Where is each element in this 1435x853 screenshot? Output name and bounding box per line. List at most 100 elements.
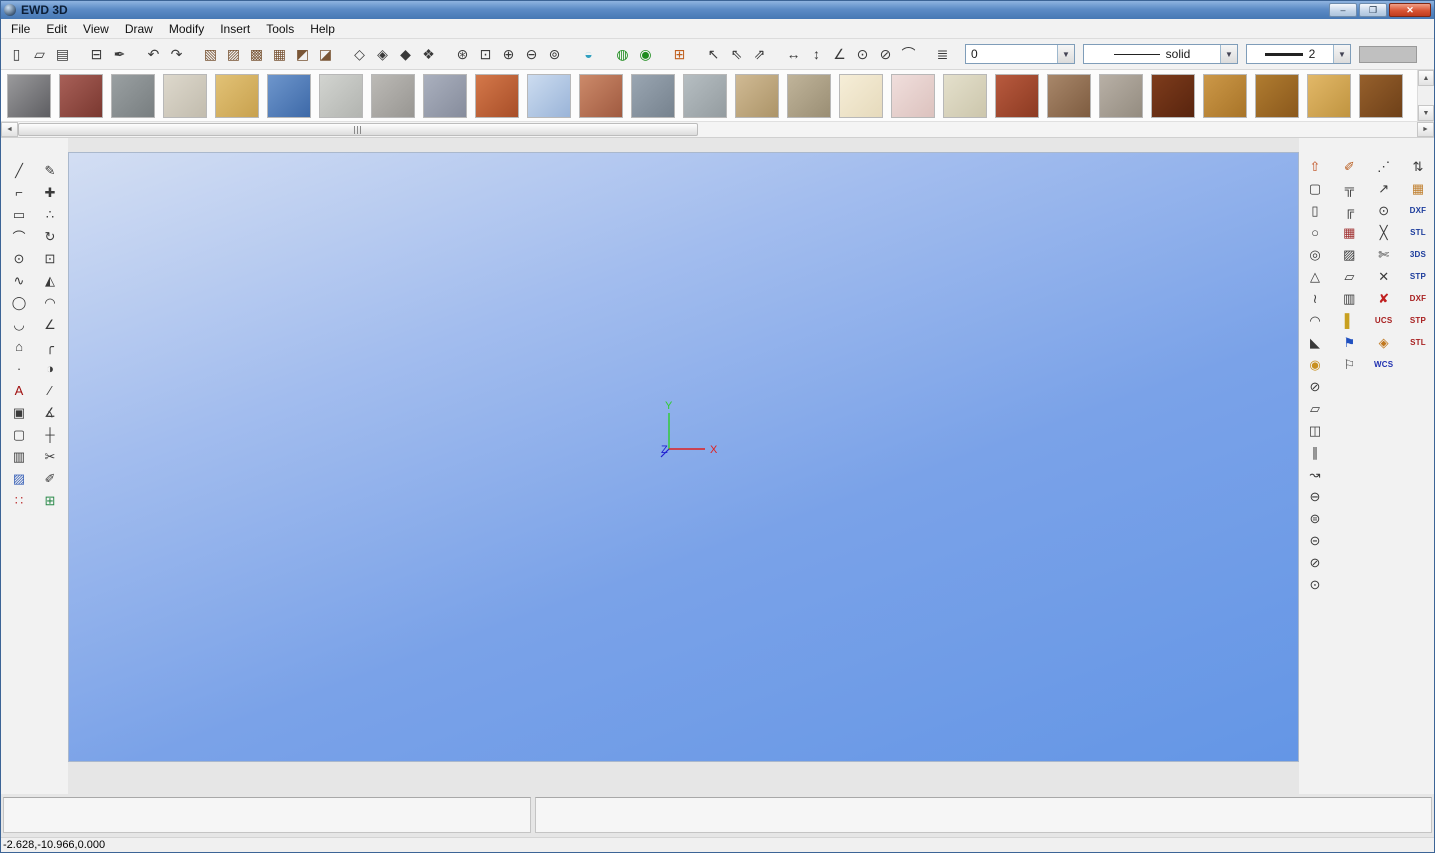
texture-swatch-oak-wood[interactable] <box>1203 74 1247 118</box>
texture-swatch-blue-tile[interactable] <box>267 74 311 118</box>
menu-draw[interactable]: Draw <box>117 20 161 38</box>
draw-polygon-icon[interactable]: ⌂ <box>8 336 30 357</box>
solid-dome-icon[interactable]: ◠ <box>1304 310 1326 331</box>
trim-icon[interactable]: ✂ <box>39 446 61 467</box>
texture-swatch-mixed-brick[interactable] <box>1047 74 1091 118</box>
snap-midpoint-icon[interactable]: ⇗ <box>748 43 771 66</box>
texture-swatch-blue-gray-stone[interactable] <box>631 74 675 118</box>
solid-cone-icon[interactable]: △ <box>1304 266 1326 287</box>
texture-swatch-beige-stone[interactable] <box>163 74 207 118</box>
texture-vertical-scrollbar[interactable]: ▲ ▼ <box>1417 70 1434 121</box>
measure-icon[interactable]: ∕ <box>39 380 61 401</box>
array-icon[interactable]: ⊞ <box>39 490 61 511</box>
texture-swatch-woven-tan[interactable] <box>735 74 779 118</box>
minimize-button[interactable]: – <box>1329 3 1357 17</box>
import-3ds-button[interactable]: 3DS <box>1407 244 1429 265</box>
box-view-4-icon[interactable]: ▦ <box>268 43 291 66</box>
polyline-3d-icon[interactable]: ⋰ <box>1373 156 1395 177</box>
ellipse-3d-1-icon[interactable]: ⊖ <box>1304 486 1326 507</box>
menu-tools[interactable]: Tools <box>258 20 302 38</box>
draw-arc-chord-icon[interactable]: ◡ <box>8 314 30 335</box>
texture-swatch-pink-marble[interactable] <box>891 74 935 118</box>
scroll-up-button[interactable]: ▲ <box>1418 70 1434 86</box>
center-snap-icon[interactable]: ⊙ <box>1373 200 1395 221</box>
ellipse-3d-5-icon[interactable]: ⊙ <box>1304 574 1326 595</box>
zoom-out-icon[interactable]: ⊖ <box>520 43 543 66</box>
box-view-6-icon[interactable]: ◪ <box>314 43 337 66</box>
export-stp-button[interactable]: STP <box>1407 310 1429 331</box>
mirror-icon[interactable]: ◭ <box>39 270 61 291</box>
scrollbar-thumb[interactable] <box>18 123 698 136</box>
texture-swatch-dark-stone[interactable] <box>7 74 51 118</box>
zoom-realtime-icon[interactable]: ⊛ <box>451 43 474 66</box>
sweep-solid-icon[interactable]: ↝ <box>1304 464 1326 485</box>
zoom-in-icon[interactable]: ⊕ <box>497 43 520 66</box>
gem-view-2-icon[interactable]: ◈ <box>371 43 394 66</box>
sheet-paper-icon[interactable]: ▱ <box>1338 266 1360 287</box>
draw-circle-icon[interactable]: ⊙ <box>8 248 30 269</box>
export-dxf-button[interactable]: DXF <box>1407 288 1429 309</box>
shell-solid-icon[interactable]: ◫ <box>1304 420 1326 441</box>
draw-rectangle-icon[interactable]: ▭ <box>8 204 30 225</box>
orbit-3d-icon[interactable]: ◒ <box>577 43 600 66</box>
texture-swatch-teak-wood[interactable] <box>1359 74 1403 118</box>
draw-line-icon[interactable]: ╱ <box>8 160 30 181</box>
texture-swatch-blue-marble[interactable] <box>527 74 571 118</box>
rotate-icon[interactable]: ↻ <box>39 226 61 247</box>
solid-helix-icon[interactable]: ≀ <box>1304 288 1326 309</box>
zoom-extents-icon[interactable]: ⊚ <box>543 43 566 66</box>
scrollbar-track[interactable] <box>18 122 1417 137</box>
texture-swatch-cream-marble[interactable] <box>839 74 883 118</box>
snap-endpoint-icon[interactable]: ⇖ <box>725 43 748 66</box>
chamfer-icon[interactable]: ∠ <box>39 314 61 335</box>
scroll-down-button[interactable]: ▼ <box>1418 105 1434 121</box>
material-brush-icon[interactable]: ✐ <box>1338 156 1360 177</box>
texture-swatch-gold-stone[interactable] <box>215 74 259 118</box>
solid-torus-icon[interactable]: ◎ <box>1304 244 1326 265</box>
hatch-fill-icon[interactable]: ▨ <box>8 468 30 489</box>
texture-swatch-granite[interactable] <box>111 74 155 118</box>
menu-file[interactable]: File <box>3 20 38 38</box>
gem-tool-icon[interactable]: ◈ <box>1373 332 1395 353</box>
menu-view[interactable]: View <box>75 20 117 38</box>
ellipse-3d-4-icon[interactable]: ⊘ <box>1304 552 1326 573</box>
texture-map-icon[interactable]: ▨ <box>1338 244 1360 265</box>
import-stp-button[interactable]: STP <box>1407 266 1429 287</box>
node-edit-icon[interactable]: ∴ <box>39 204 61 225</box>
box-view-2-icon[interactable]: ▨ <box>222 43 245 66</box>
texture-swatch-light-speckle[interactable] <box>319 74 363 118</box>
scale-icon[interactable]: ⊡ <box>39 248 61 269</box>
select-arrow-icon[interactable]: ↖ <box>702 43 725 66</box>
texture-swatch-walnut-wood[interactable] <box>1255 74 1299 118</box>
ellipse-3d-2-icon[interactable]: ⊜ <box>1304 508 1326 529</box>
save-file-icon[interactable]: ▤ <box>51 43 74 66</box>
color-swatch-box[interactable] <box>1359 46 1417 63</box>
pipe-tee-icon[interactable]: ╦ <box>1338 178 1360 199</box>
chevron-down-icon[interactable]: ▼ <box>1220 45 1237 63</box>
snap-grid-icon[interactable]: ┼ <box>39 424 61 445</box>
texture-swatch-clay[interactable] <box>579 74 623 118</box>
pipe-solid-icon[interactable]: ∥ <box>1304 442 1326 463</box>
texture-swatch-gray-speckle[interactable] <box>371 74 415 118</box>
solid-box-icon[interactable]: ▢ <box>1304 178 1326 199</box>
texture-swatch-terracotta[interactable] <box>475 74 519 118</box>
draw-spline-icon[interactable]: ∿ <box>8 270 30 291</box>
cut-tool-icon[interactable]: ✄ <box>1373 244 1395 265</box>
zoom-window-icon[interactable]: ⊡ <box>474 43 497 66</box>
color-palette-icon[interactable]: ∷ <box>8 490 30 511</box>
render-settings-icon[interactable]: ⊞ <box>668 43 691 66</box>
orbit-view-icon[interactable]: ◑ <box>39 358 61 379</box>
paint-solid-icon[interactable]: ◉ <box>1304 354 1326 375</box>
gem-view-4-icon[interactable]: ❖ <box>417 43 440 66</box>
draw-point-icon[interactable]: · <box>8 358 30 379</box>
erase-all-icon[interactable]: ✘ <box>1373 288 1395 309</box>
solid-wedge-icon[interactable]: ◣ <box>1304 332 1326 353</box>
wcs-tool-button[interactable]: WCS <box>1373 354 1395 375</box>
slice-solid-icon[interactable]: ⊘ <box>1304 376 1326 397</box>
texture-swatch-pale-stone[interactable] <box>943 74 987 118</box>
print-icon[interactable]: ⊟ <box>85 43 108 66</box>
material-library-icon[interactable]: ▦ <box>1407 178 1429 199</box>
display-order-icon[interactable]: ⇅ <box>1407 156 1429 177</box>
fillet-icon[interactable]: ╭ <box>39 336 61 357</box>
texture-swatch-slate[interactable] <box>423 74 467 118</box>
